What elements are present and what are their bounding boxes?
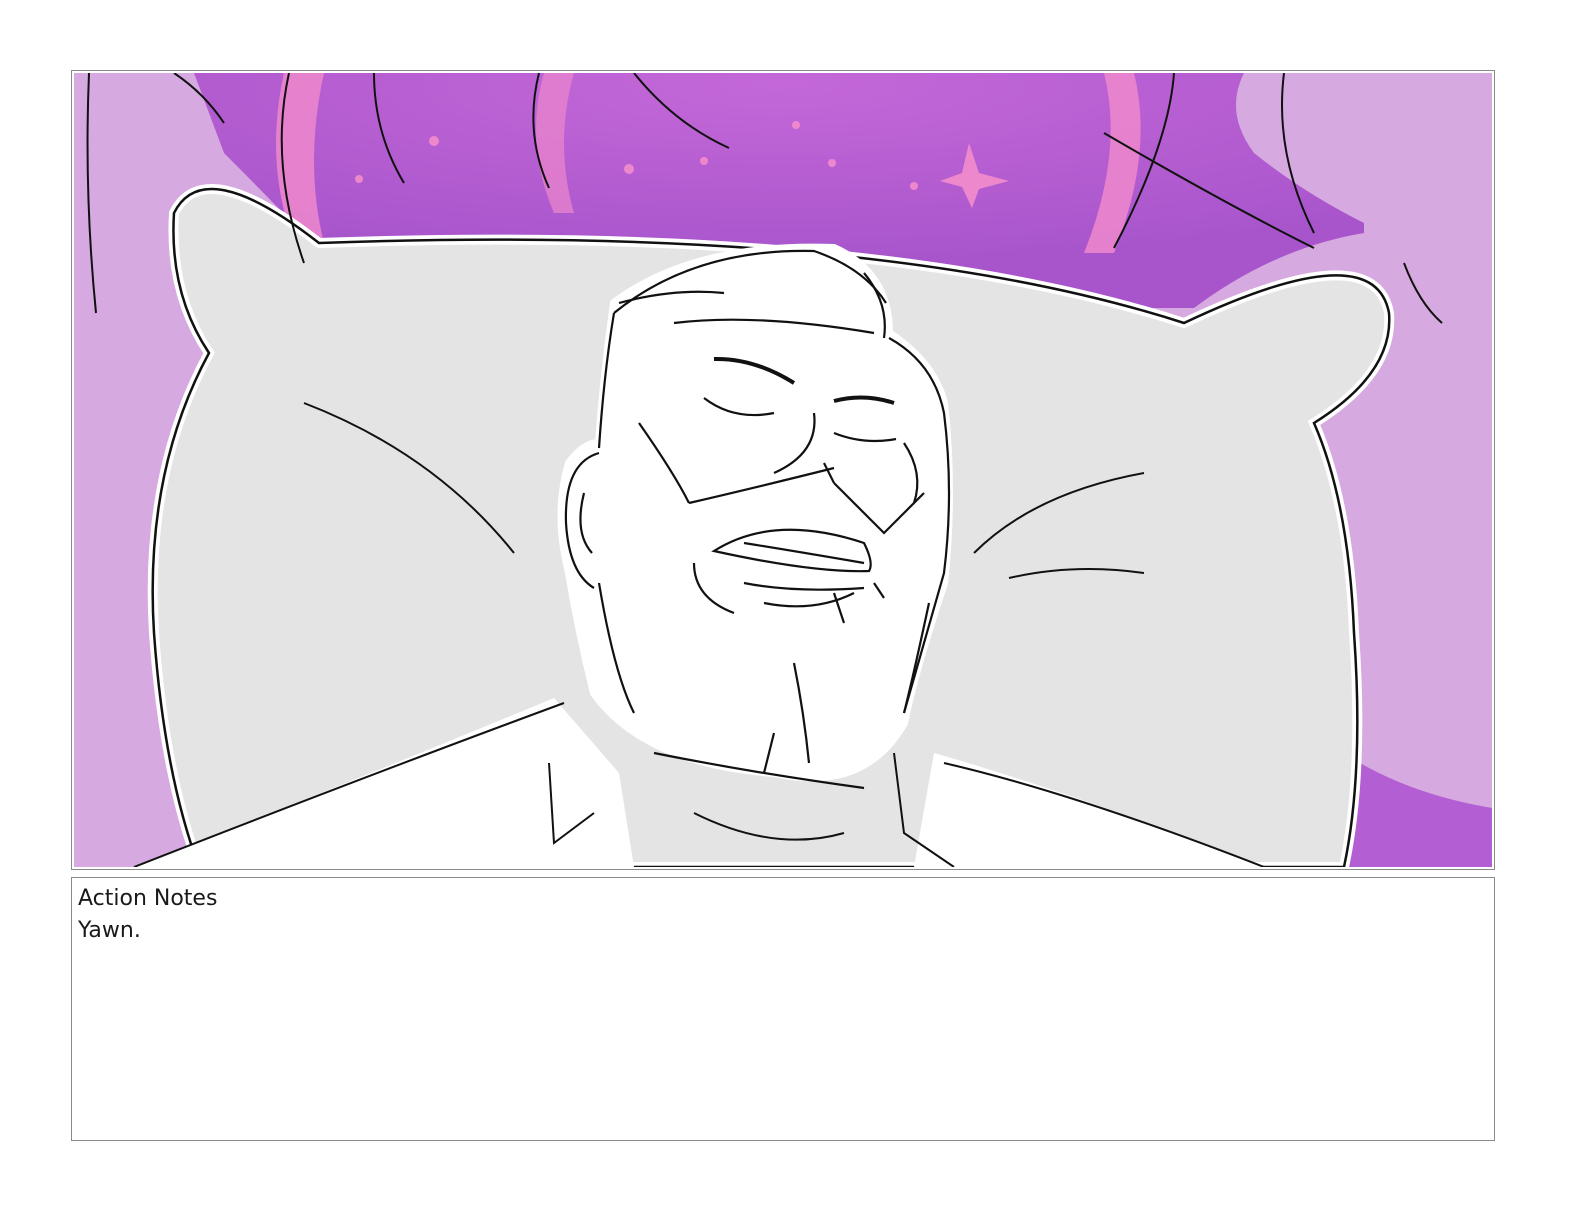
storyboard-sketch-image xyxy=(74,73,1492,867)
action-notes-heading: Action Notes xyxy=(78,886,218,911)
storyboard-panel xyxy=(71,70,1495,870)
action-notes-text: Yawn. xyxy=(78,918,141,943)
action-notes-box: Action Notes Yawn. xyxy=(71,877,1495,1141)
